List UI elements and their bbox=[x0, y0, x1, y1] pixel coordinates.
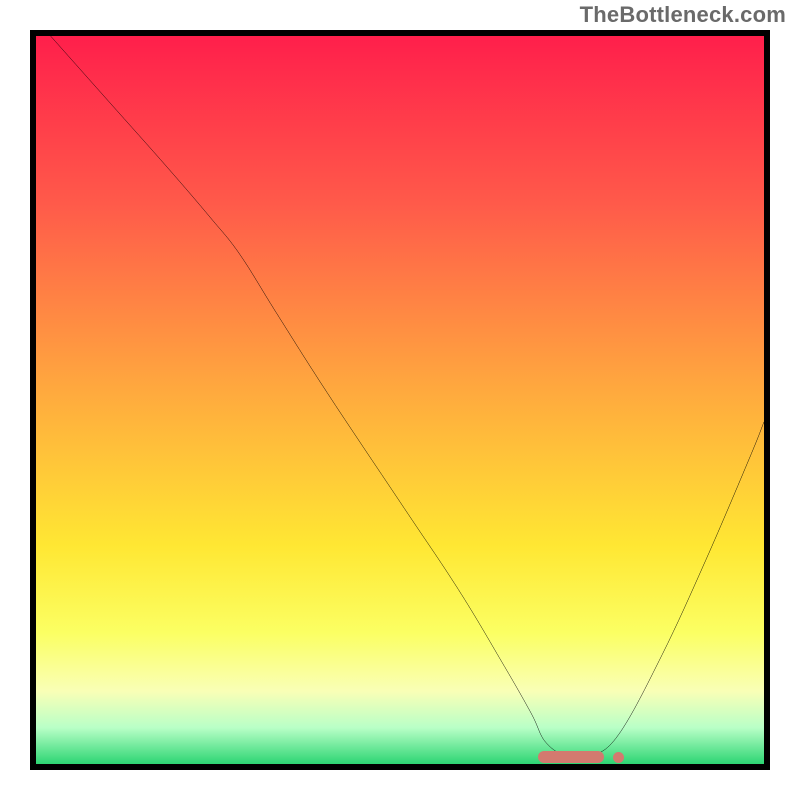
optimal-range-marker bbox=[538, 751, 604, 763]
optimal-range-dot bbox=[613, 752, 624, 763]
bottleneck-curve bbox=[36, 36, 764, 764]
watermark-text: TheBottleneck.com bbox=[580, 2, 786, 28]
chart-container: TheBottleneck.com bbox=[0, 0, 800, 800]
plot-area bbox=[30, 30, 770, 770]
